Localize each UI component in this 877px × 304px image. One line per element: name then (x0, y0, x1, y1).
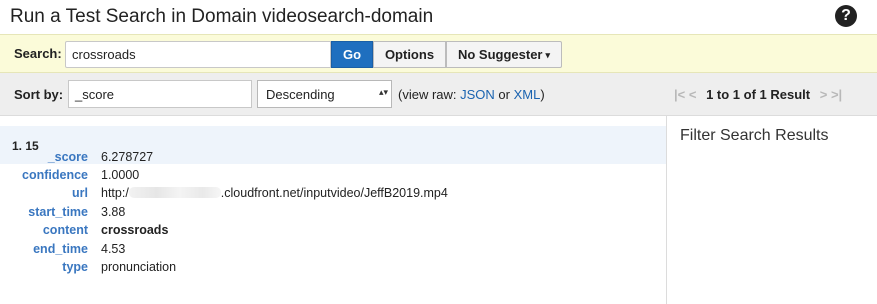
search-input[interactable]: crossroads (65, 41, 331, 68)
field-row-url: url http:/ .cloudfront.net/inputvideo/Jef… (0, 186, 666, 204)
sort-order-value: Descending (266, 87, 335, 102)
first-page-icon[interactable]: |< (674, 87, 685, 102)
next-page-icon[interactable]: > (820, 87, 828, 102)
sort-field-input[interactable]: _score (68, 80, 252, 108)
field-value-url: http:/ .cloudfront.net/inputvideo/JeffB20… (101, 186, 448, 200)
url-suffix: .cloudfront.net/inputvideo/JeffB2019.mp4 (220, 186, 448, 200)
suggester-dropdown[interactable]: No Suggester ▾ (446, 41, 562, 68)
field-value: 6.278727 (101, 150, 154, 164)
page-title: Run a Test Search in Domain videosearch-… (10, 6, 434, 27)
title-bar: Run a Test Search in Domain videosearch-… (0, 0, 877, 34)
result-count: 1 to 1 of 1 Result (706, 87, 811, 102)
go-button[interactable]: Go (331, 41, 373, 68)
field-name: content (42, 223, 88, 237)
pagination: |< < 1 to 1 of 1 Result > >| (674, 87, 842, 102)
field-name: confidence (22, 168, 88, 182)
field-value: crossroads (101, 223, 169, 237)
json-link[interactable]: JSON (460, 87, 495, 102)
search-label: Search: (14, 46, 62, 61)
view-raw-suffix: ) (540, 87, 545, 102)
url-prefix: http:/ (101, 186, 129, 200)
field-value: 1.0000 (101, 168, 140, 182)
or-text: or (494, 87, 514, 102)
field-row-start-time: start_time 3.88 (0, 205, 666, 223)
redacted-blur (128, 187, 221, 198)
filter-panel-title: Filter Search Results (680, 127, 829, 144)
panel-divider (666, 116, 667, 304)
field-name: end_time (33, 242, 88, 256)
field-row-type: type pronunciation (0, 260, 666, 278)
field-row-confidence: confidence 1.0000 (0, 168, 666, 186)
prev-page-icon[interactable]: < (689, 87, 697, 102)
sort-bar: Sort by: _score Descending ▴▾ (view raw:… (0, 73, 877, 116)
caret-down-icon: ▾ (545, 50, 551, 60)
results-panel: 1. 15 _score 6.278727 confidence 1.0000 … (0, 116, 666, 304)
options-button[interactable]: Options (373, 41, 446, 68)
field-value: 4.53 (101, 242, 126, 256)
sort-label: Sort by: (14, 87, 64, 102)
field-name: _score (47, 150, 88, 164)
help-icon[interactable]: ? (835, 5, 857, 27)
field-name: start_time (28, 205, 88, 219)
field-value: 3.88 (101, 205, 126, 219)
field-row-score: _score 6.278727 (0, 150, 666, 168)
select-arrows-icon: ▴▾ (378, 87, 388, 97)
field-row-content: content crossroads (0, 223, 666, 241)
suggester-label: No Suggester (457, 47, 543, 62)
view-raw-links: (view raw: JSON or XML) (398, 87, 545, 102)
search-bar: Search: crossroads Go Options No Suggest… (0, 34, 877, 73)
field-value: pronunciation (101, 260, 177, 274)
view-raw-prefix: (view raw: (398, 87, 461, 102)
field-name: type (62, 260, 88, 274)
last-page-icon[interactable]: >| (831, 87, 842, 102)
sort-order-select[interactable]: Descending ▴▾ (257, 80, 392, 108)
field-row-end-time: end_time 4.53 (0, 242, 666, 260)
field-name: url (72, 186, 88, 200)
xml-link[interactable]: XML (514, 87, 541, 102)
